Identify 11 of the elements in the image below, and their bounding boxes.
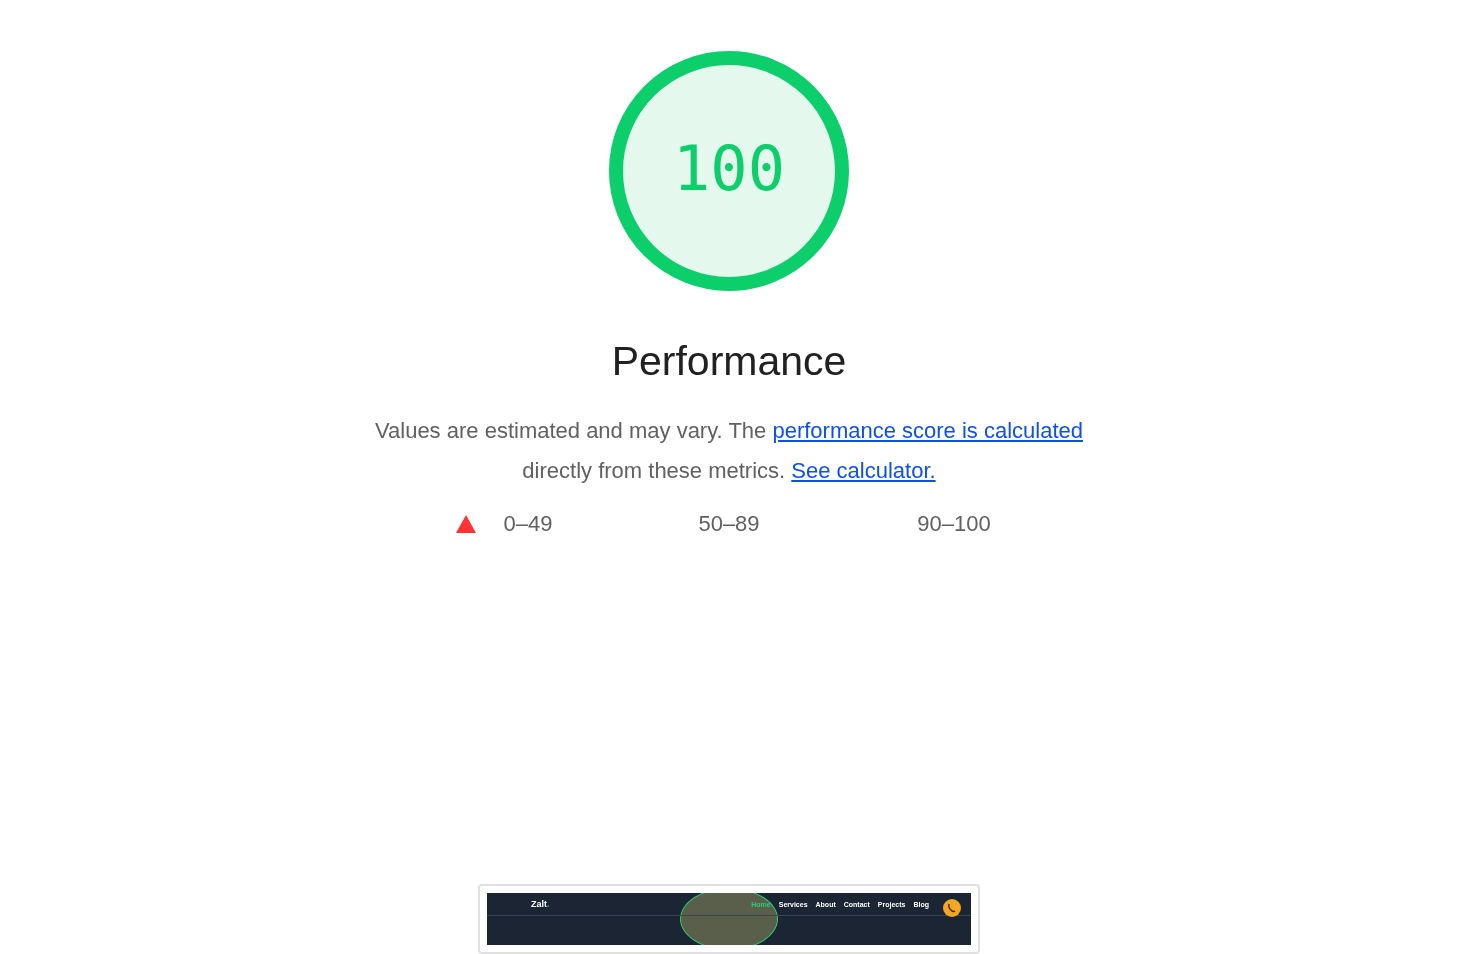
triangle-icon — [455, 515, 476, 533]
legend-range: 90–100 — [917, 511, 991, 537]
legend-range: 0–49 — [503, 511, 553, 537]
category-title: Performance — [611, 338, 847, 385]
site-logo: Zalt. — [531, 899, 550, 909]
legend-range: 50–89 — [698, 511, 760, 537]
description-link[interactable]: performance score is calculated — [772, 418, 1083, 443]
score-value: 100 — [673, 132, 785, 205]
description-link[interactable]: See calculator. — [791, 458, 936, 483]
phone-icon — [943, 899, 961, 917]
description-text: Values are estimated and may vary. The performance score is calculated directly from these metrics. See calculator. — [374, 417, 1084, 485]
